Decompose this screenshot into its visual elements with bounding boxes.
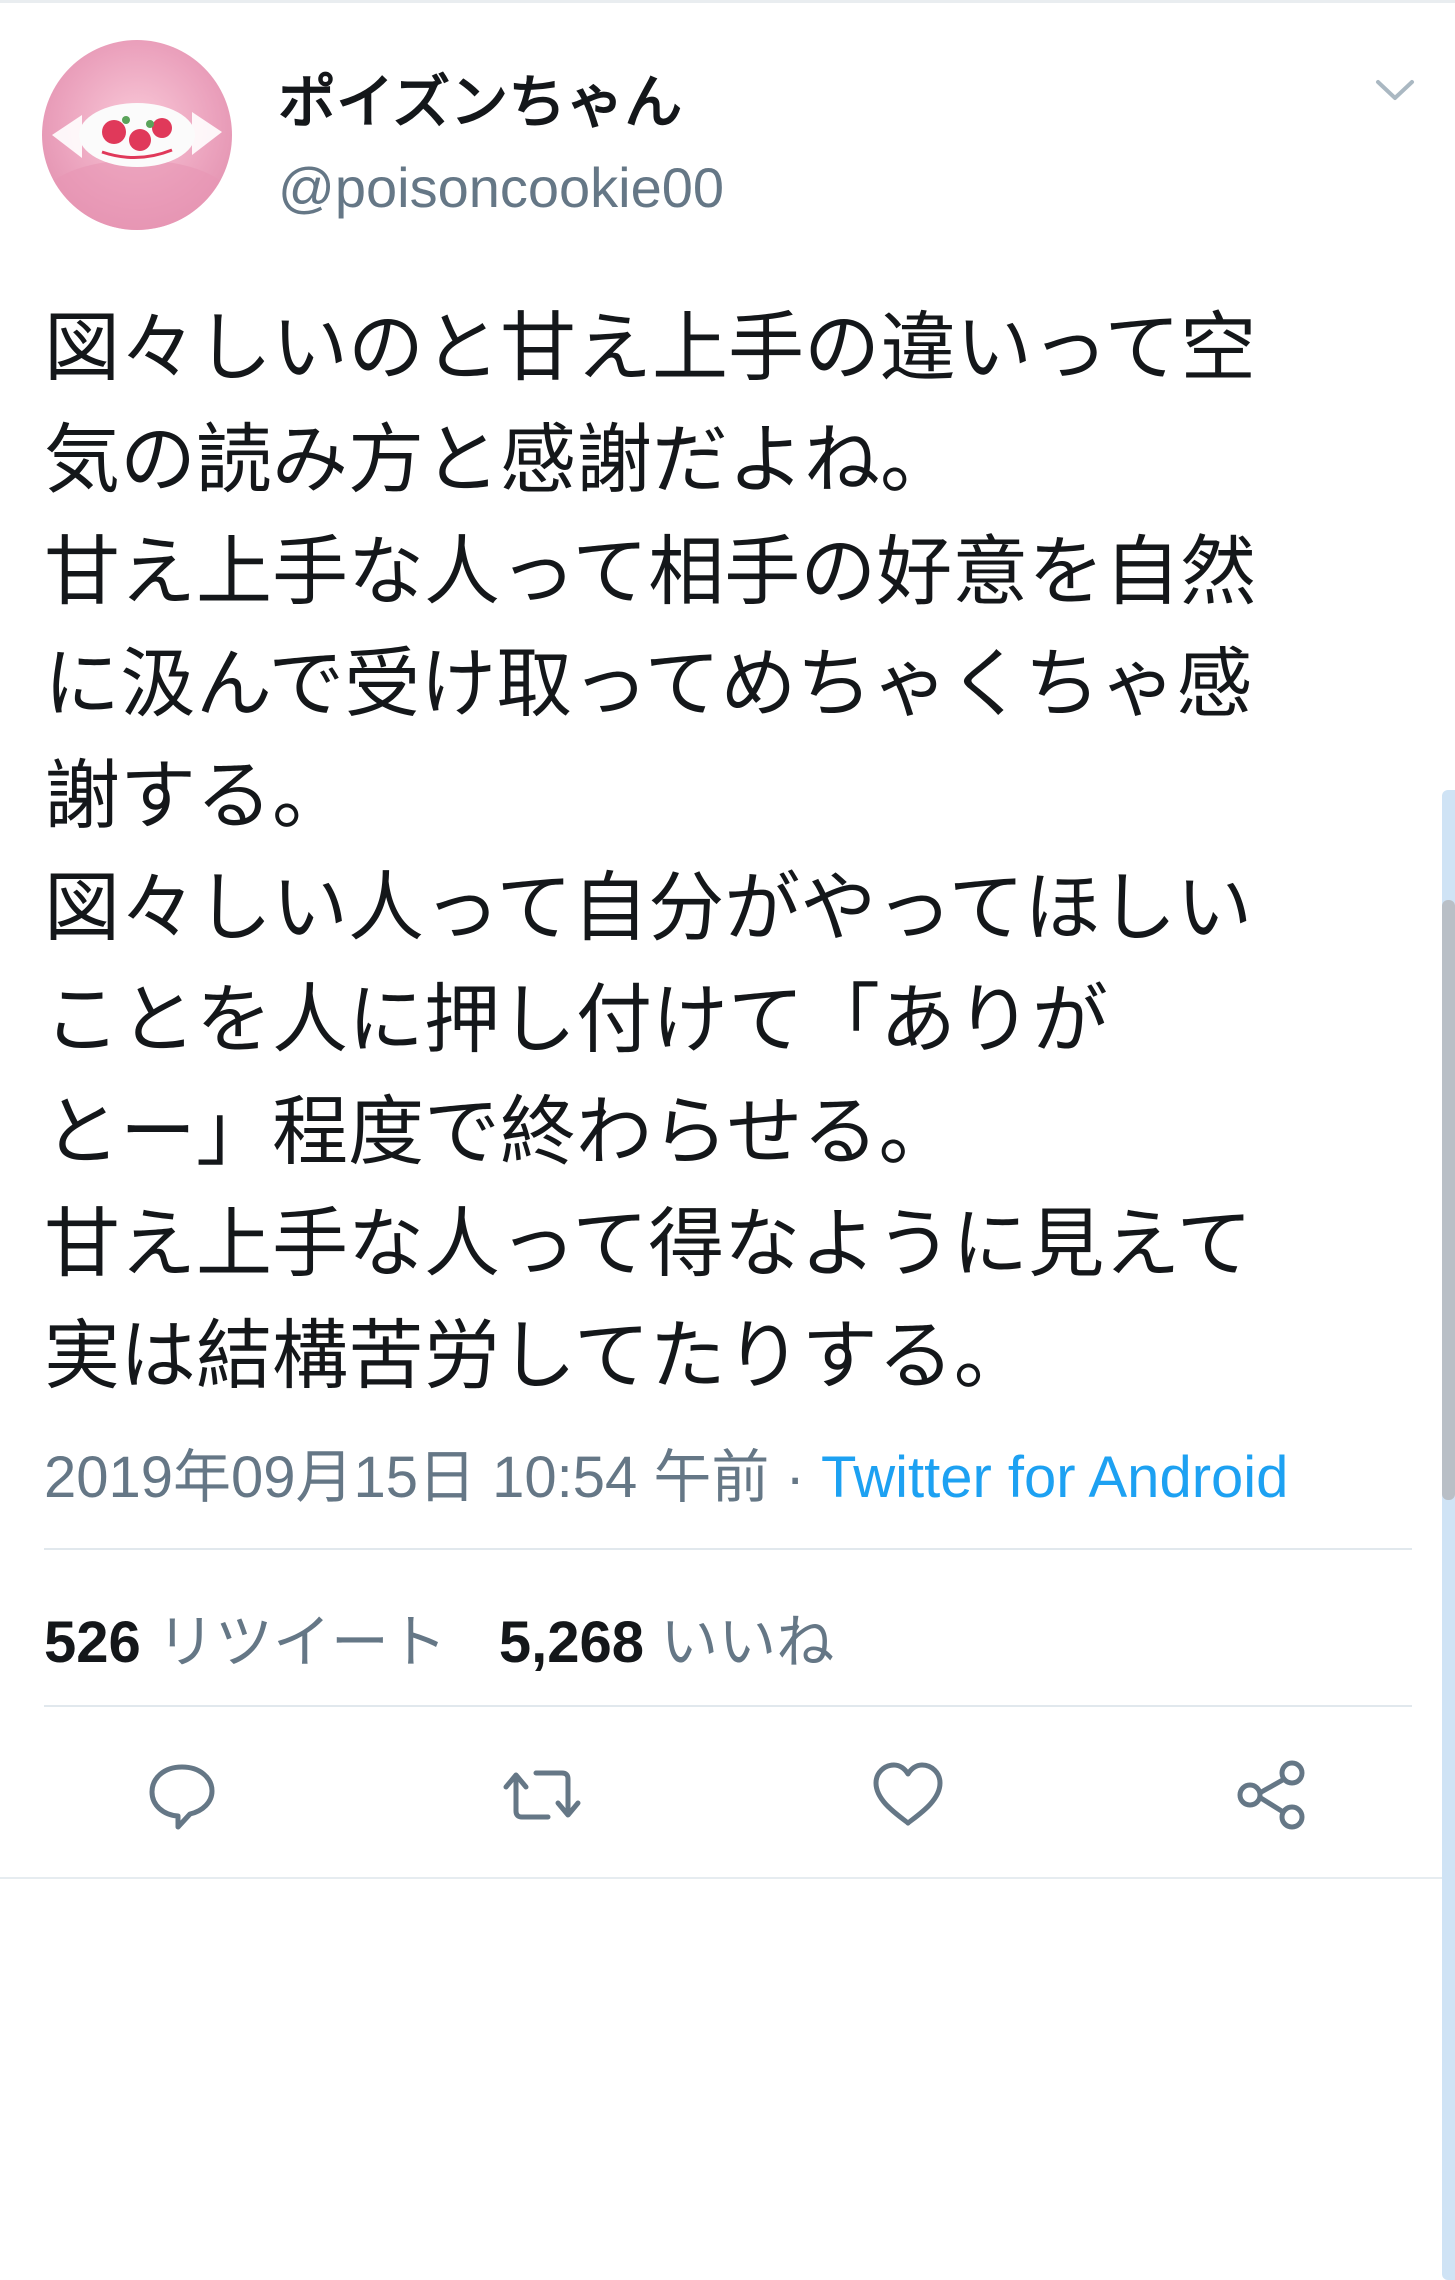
tweet-metadata: 2019年09月15日 10:54 午前 · Twitter for Andro… [44, 1430, 1288, 1514]
share-icon[interactable] [1232, 1755, 1312, 1835]
like-count: 5,268 [498, 1610, 645, 1675]
tweet-text-line: に汲んで受け取ってめちゃくちゃ感 [44, 639, 1253, 728]
retweet-icon[interactable] [502, 1755, 582, 1835]
tweet-text-line: 実は結構苦労してたりする。 [44, 1311, 1030, 1400]
chevron-down-icon[interactable] [1370, 72, 1420, 108]
tweet-timestamp[interactable]: 2019年09月15日 10:54 午前 [44, 1445, 769, 1510]
tweet-text-line: 甘え上手な人って相手の好意を自然 [44, 527, 1257, 616]
tweet-text: 図々しいのと甘え上手の違いって空 気の読み方と感謝だよね。 甘え上手な人って相手… [44, 292, 1424, 1412]
tweet-text-line: 謝する。 [44, 751, 348, 840]
meta-separator: · [769, 1445, 821, 1510]
divider [0, 1877, 1455, 1879]
retweet-count: 526 [44, 1610, 141, 1675]
tweet-text-line: 図々しい人って自分がやってほしい [44, 863, 1253, 952]
retweet-stat[interactable]: 526 リツイート [44, 1610, 447, 1675]
divider [44, 1705, 1412, 1707]
like-stat[interactable]: 5,268 いいね [499, 1610, 834, 1675]
profile-avatar[interactable] [42, 40, 232, 230]
tweet-text-line: 気の読み方と感謝だよね。 [44, 415, 956, 504]
tweet-text-line: 甘え上手な人って得なように見えて [44, 1199, 1253, 1288]
divider [44, 1548, 1412, 1550]
tweet-text-line: ことを人に押し付けて「ありが [44, 975, 1108, 1064]
heart-icon[interactable] [868, 1755, 948, 1835]
display-name[interactable]: ポイズンちゃん [278, 55, 682, 139]
retweet-label: リツイート [156, 1610, 447, 1675]
user-handle[interactable]: @poisoncookie00 [278, 155, 724, 220]
tweet-text-line: 図々しいのと甘え上手の違いって空 [44, 303, 1257, 392]
candy-avatar-image [42, 103, 232, 230]
reply-icon[interactable] [142, 1755, 222, 1835]
like-label: いいね [660, 1610, 835, 1675]
scrollbar-thumb[interactable] [1442, 900, 1455, 1500]
top-divider [0, 0, 1455, 3]
tweet-source-link[interactable]: Twitter for Android [821, 1445, 1288, 1510]
engagement-stats: 526 リツイート 5,268 いいね [44, 1595, 834, 1679]
tweet-text-line: とー」程度で終わらせる。 [44, 1087, 955, 1176]
